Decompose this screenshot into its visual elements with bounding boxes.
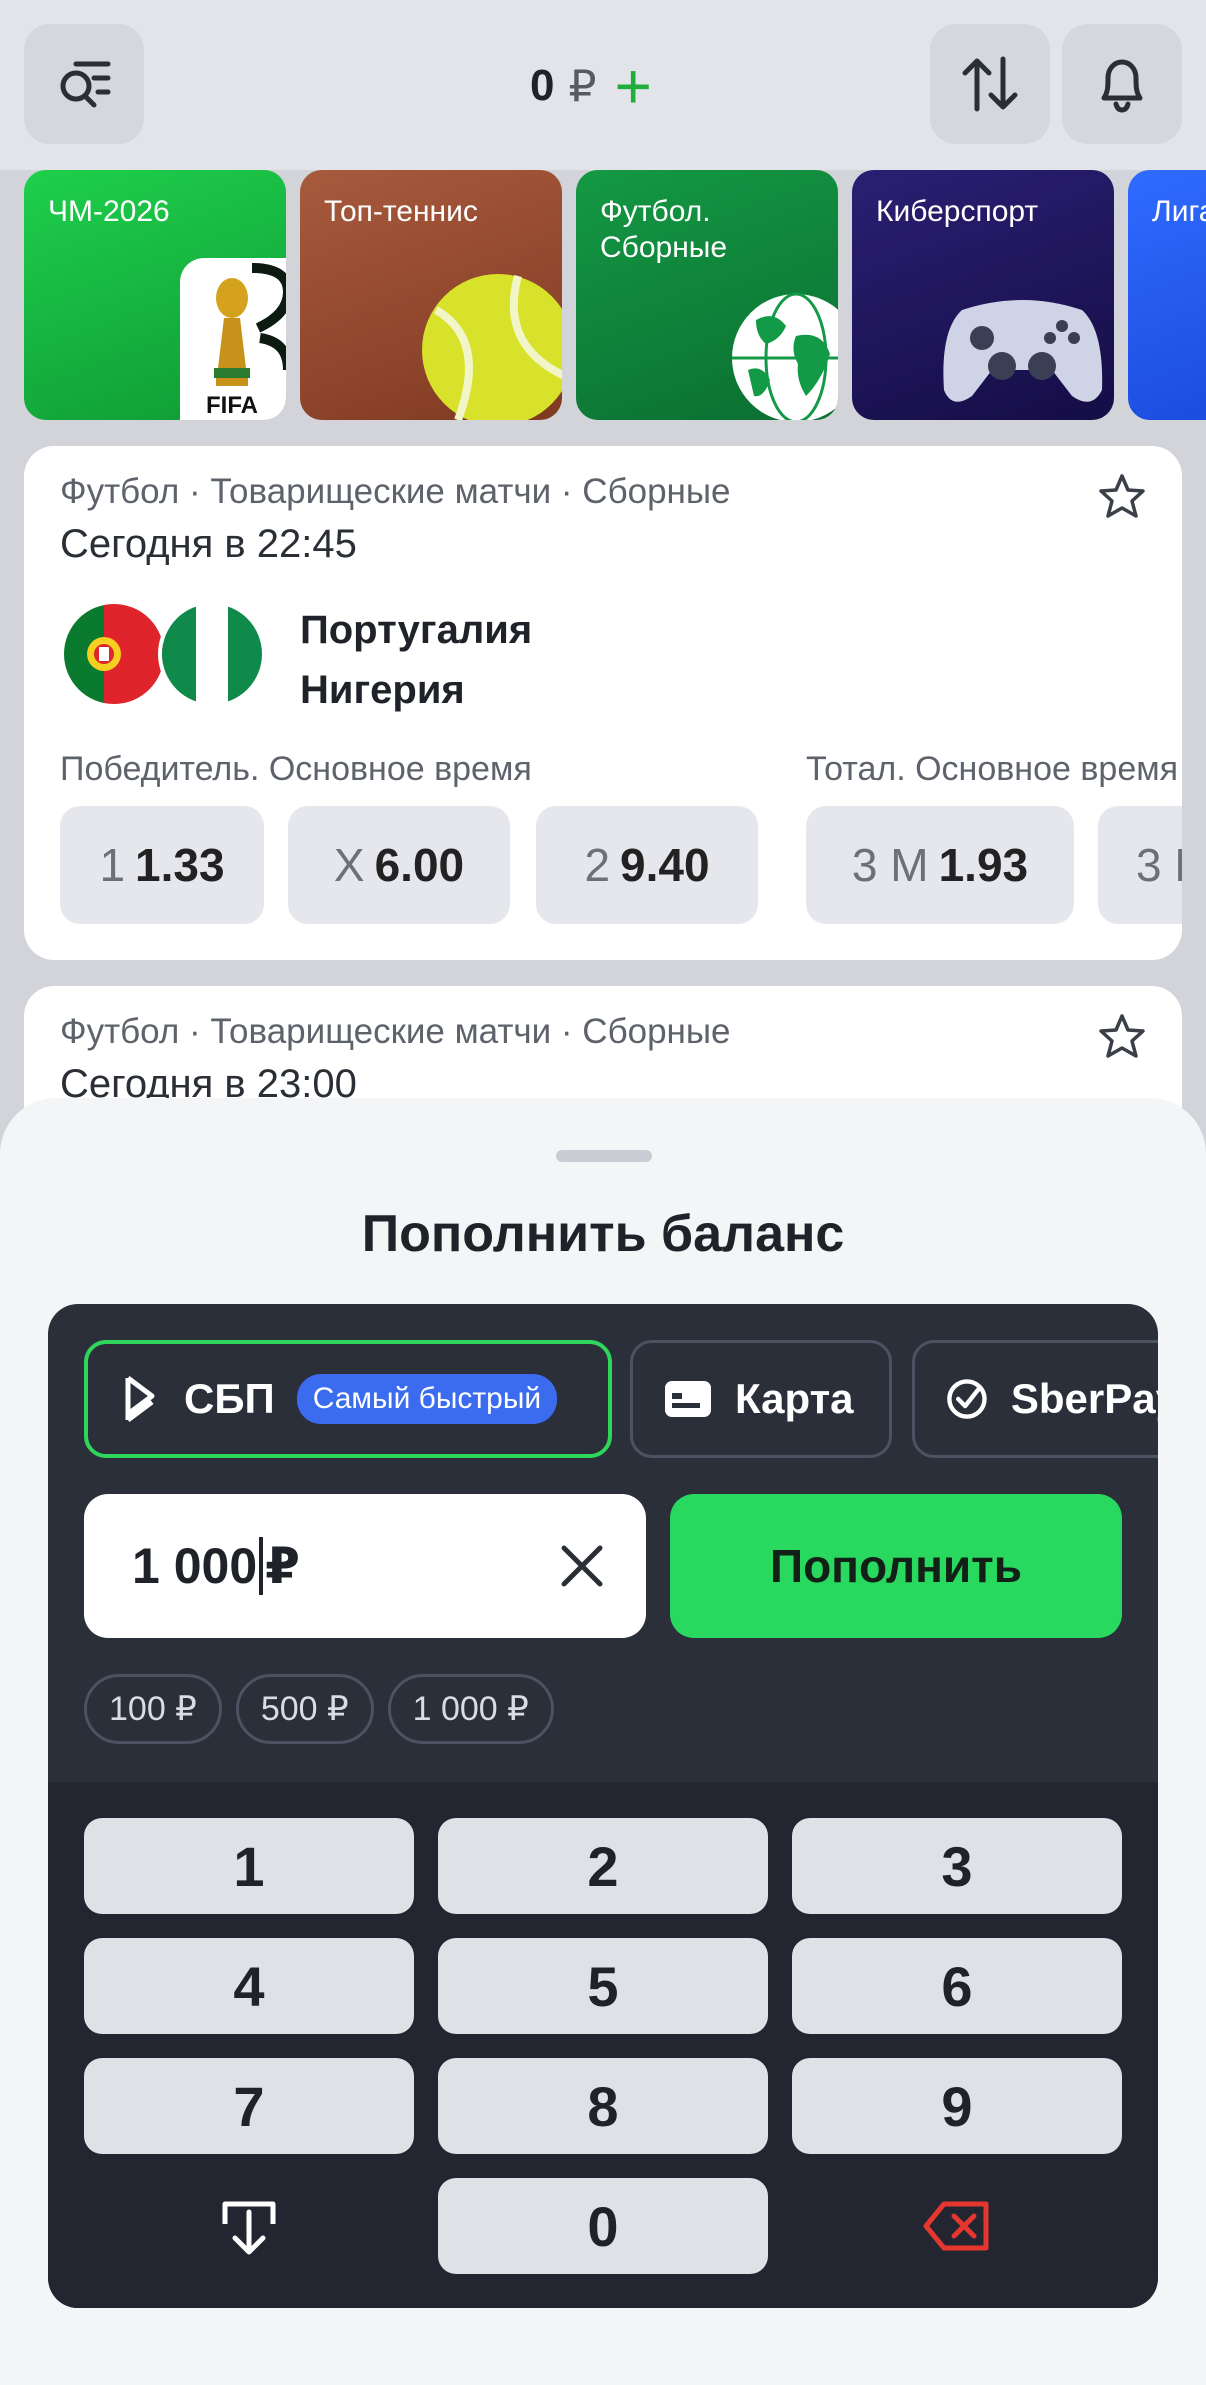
market-winner-label: Победитель. Основное время bbox=[60, 750, 532, 788]
payment-methods: СБП Самый быстрый Карта SberPay bbox=[84, 1340, 1158, 1458]
tennis-ball-image bbox=[422, 274, 562, 420]
nigeria-flag-icon bbox=[158, 600, 266, 708]
favorite-star-icon[interactable] bbox=[1096, 472, 1148, 524]
search-filter-button[interactable] bbox=[24, 24, 144, 144]
category-label: ЧМ-2026 bbox=[48, 195, 170, 228]
team-away: Нигерия bbox=[300, 668, 465, 712]
category-label: Топ-теннис bbox=[324, 195, 478, 228]
sheet-drag-handle[interactable] bbox=[556, 1150, 652, 1162]
payment-panel: СБП Самый быстрый Карта SberPay 1 bbox=[48, 1304, 1158, 2308]
match-time: Сегодня в 22:45 bbox=[60, 522, 357, 566]
method-card[interactable]: Карта bbox=[630, 1340, 892, 1458]
sheet-title: Пополнить баланс bbox=[361, 1205, 845, 1263]
key-3[interactable]: 3 bbox=[792, 1818, 1122, 1914]
numeric-keypad: 1 2 3 4 5 6 7 8 9 0 bbox=[48, 1782, 1158, 2308]
team-home: Португалия bbox=[300, 608, 533, 652]
sort-arrows-icon bbox=[962, 56, 1018, 112]
category-label: Киберспорт bbox=[876, 195, 1039, 228]
amount-currency: ₽ bbox=[265, 1538, 300, 1594]
portugal-flag-icon bbox=[60, 600, 168, 708]
category-carousel[interactable]: ЧМ-2026 FIFA Топ-теннис Футбол. Сборные bbox=[24, 170, 1206, 422]
key-6[interactable]: 6 bbox=[792, 1938, 1122, 2034]
method-sberpay[interactable]: SberPay bbox=[912, 1340, 1158, 1458]
amount-input[interactable]: 1 000 ₽ bbox=[84, 1494, 646, 1638]
world-cup-trophy-logo: FIFA bbox=[180, 258, 286, 420]
gamepad-icon bbox=[943, 300, 1103, 402]
category-world-cup-2026[interactable]: ЧМ-2026 FIFA bbox=[24, 170, 286, 420]
key-5[interactable]: 5 bbox=[438, 1938, 768, 2034]
text-caret bbox=[259, 1537, 264, 1595]
clear-icon[interactable] bbox=[554, 1538, 610, 1594]
key-8[interactable]: 8 bbox=[438, 2058, 768, 2154]
preset-chip[interactable]: 500 ₽ bbox=[235, 1674, 374, 1744]
preset-chip[interactable]: 1 000 ₽ bbox=[387, 1674, 554, 1744]
fifa-badge: FIFA bbox=[206, 392, 258, 419]
amount-value: 1 000 bbox=[132, 1538, 258, 1594]
match-league: Футбол · Товарищеские матчи · Сборные bbox=[60, 1012, 731, 1051]
method-sbp[interactable]: СБП Самый быстрый bbox=[84, 1340, 612, 1458]
top-up-button[interactable]: Пополнить bbox=[670, 1494, 1122, 1638]
top-bar: 0 ₽ + bbox=[0, 0, 1206, 170]
favorite-star-icon[interactable] bbox=[1096, 1012, 1148, 1064]
balance[interactable]: 0 ₽ + bbox=[530, 54, 652, 118]
top-up-sheet: Пополнить баланс СБП Самый быстрый Карта bbox=[0, 1098, 1206, 2385]
hide-keyboard-button[interactable] bbox=[84, 2178, 414, 2274]
odd-button[interactable]: 1 1.33 bbox=[60, 806, 264, 924]
match-card[interactable]: Футбол · Товарищеские матчи · Сборные Се… bbox=[24, 446, 1182, 960]
category-label: Футбол. Сборные bbox=[600, 195, 728, 264]
preset-amounts: 100 ₽ 500 ₽ 1 000 ₽ bbox=[84, 1674, 554, 1744]
key-0[interactable]: 0 bbox=[438, 2178, 768, 2274]
odd-button[interactable]: 2 9.40 bbox=[536, 806, 758, 924]
sort-button[interactable] bbox=[930, 24, 1050, 144]
bell-icon bbox=[1101, 59, 1143, 113]
add-funds-icon[interactable]: + bbox=[614, 54, 651, 118]
category-football-national-teams[interactable]: Футбол. Сборные bbox=[576, 170, 838, 420]
match-league: Футбол · Товарищеские матчи · Сборные bbox=[60, 472, 731, 511]
method-label: SberPay bbox=[1010, 1375, 1158, 1422]
balance-currency: ₽ bbox=[568, 61, 597, 111]
key-7[interactable]: 7 bbox=[84, 2058, 414, 2154]
backspace-button[interactable] bbox=[792, 2178, 1122, 2274]
market-total-label: Тотал. Основное время bbox=[806, 750, 1179, 788]
odd-button[interactable]: 3 Б bbox=[1098, 806, 1182, 924]
balance-amount: 0 bbox=[530, 61, 555, 110]
globe-icon bbox=[732, 292, 838, 420]
key-9[interactable]: 9 bbox=[792, 2058, 1122, 2154]
category-label: Лига bbox=[1152, 195, 1206, 228]
method-label: СБП bbox=[184, 1375, 275, 1422]
backspace-icon bbox=[923, 2201, 989, 2251]
category-esports[interactable]: Киберспорт bbox=[852, 170, 1114, 420]
fastest-badge: Самый быстрый bbox=[296, 1374, 558, 1424]
hide-keyboard-icon bbox=[222, 2201, 276, 2255]
preset-chip[interactable]: 100 ₽ bbox=[84, 1674, 222, 1744]
odd-button[interactable]: 3 М 1.93 bbox=[806, 806, 1074, 924]
category-top-tennis[interactable]: Топ-теннис bbox=[300, 170, 562, 420]
sbp-icon bbox=[125, 1376, 155, 1422]
category-leagues[interactable]: Лига bbox=[1128, 170, 1206, 420]
search-icon bbox=[60, 61, 111, 108]
key-1[interactable]: 1 bbox=[84, 1818, 414, 1914]
key-2[interactable]: 2 bbox=[438, 1818, 768, 1914]
method-label: Карта bbox=[735, 1375, 854, 1422]
card-icon bbox=[665, 1381, 711, 1417]
sberpay-icon bbox=[947, 1379, 987, 1419]
odd-button[interactable]: X 6.00 bbox=[288, 806, 510, 924]
key-4[interactable]: 4 bbox=[84, 1938, 414, 2034]
notifications-button[interactable] bbox=[1062, 24, 1182, 144]
